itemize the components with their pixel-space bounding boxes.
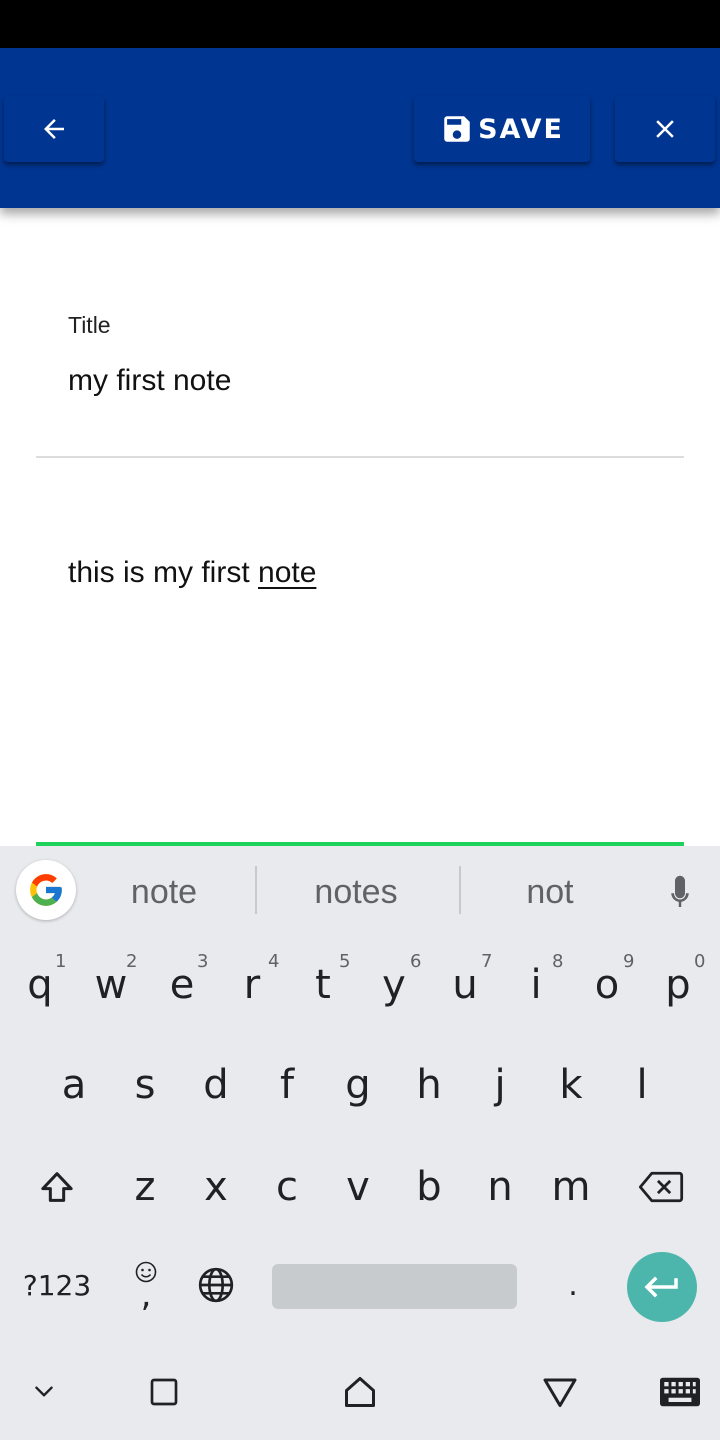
- key-hint-3: 3: [197, 951, 209, 972]
- key-n[interactable]: n: [464, 1142, 536, 1232]
- note-body-input[interactable]: this is my first note: [68, 556, 316, 590]
- key-a[interactable]: a: [38, 1040, 110, 1130]
- save-button-label: SAVE: [478, 113, 564, 145]
- shift-icon: [41, 1172, 73, 1202]
- back-button[interactable]: [4, 96, 104, 162]
- period-key[interactable]: .: [537, 1240, 609, 1330]
- key-hint-7: 7: [481, 951, 493, 972]
- recents-button[interactable]: [140, 1370, 188, 1414]
- suggestion-1[interactable]: note: [94, 868, 234, 916]
- shift-key[interactable]: [21, 1142, 93, 1232]
- comma-label: ,: [140, 1275, 152, 1315]
- key-hint-4: 4: [268, 951, 280, 972]
- keyboard-icon: [660, 1377, 700, 1407]
- key-s[interactable]: s: [109, 1040, 181, 1130]
- globe-icon: [198, 1267, 234, 1303]
- title-input-underline: [36, 456, 684, 458]
- app-bar: SAVE: [0, 48, 720, 208]
- key-k[interactable]: k: [535, 1040, 607, 1130]
- suggestion-2[interactable]: notes: [276, 868, 436, 916]
- space-key[interactable]: [272, 1264, 517, 1309]
- mic-icon: [671, 875, 689, 907]
- arrow-left-icon: [44, 119, 64, 139]
- home-icon: [345, 1377, 375, 1407]
- key-v[interactable]: v: [322, 1142, 394, 1232]
- key-l[interactable]: l: [606, 1040, 678, 1130]
- google-button[interactable]: [16, 860, 76, 920]
- recents-icon: [150, 1378, 178, 1406]
- key-g[interactable]: g: [322, 1040, 394, 1130]
- key-h[interactable]: h: [393, 1040, 465, 1130]
- suggestion-3[interactable]: not: [480, 868, 620, 916]
- suggestion-divider: [255, 866, 257, 914]
- back-nav-button[interactable]: [536, 1368, 584, 1416]
- key-hint-2: 2: [126, 951, 138, 972]
- close-icon: [656, 120, 674, 138]
- key-hint-8: 8: [552, 951, 564, 972]
- google-icon: [30, 874, 62, 906]
- symbols-key[interactable]: ?123: [14, 1240, 100, 1330]
- title-field-label: Title: [68, 312, 111, 338]
- hide-keyboard-button[interactable]: [24, 1370, 64, 1414]
- key-c[interactable]: c: [251, 1142, 323, 1232]
- key-hint-1: 1: [55, 951, 67, 972]
- key-hint-9: 9: [623, 951, 635, 972]
- key-m[interactable]: m: [535, 1142, 607, 1232]
- floppy-disk-icon: [444, 116, 470, 142]
- save-button[interactable]: SAVE: [414, 96, 590, 162]
- keyboard-switch-button[interactable]: [656, 1370, 704, 1414]
- suggestion-divider: [459, 866, 461, 914]
- backspace-key[interactable]: [625, 1142, 697, 1232]
- key-f[interactable]: f: [251, 1040, 323, 1130]
- back-icon: [543, 1378, 577, 1407]
- key-x[interactable]: x: [180, 1142, 252, 1232]
- backspace-icon: [638, 1171, 684, 1203]
- enter-key[interactable]: [627, 1252, 697, 1322]
- note-body-text: this is my first: [68, 556, 259, 589]
- key-j[interactable]: j: [464, 1040, 536, 1130]
- composing-word: note: [258, 556, 317, 589]
- enter-icon: [644, 1276, 678, 1298]
- close-button[interactable]: [615, 96, 715, 162]
- key-z[interactable]: z: [109, 1142, 181, 1232]
- key-b[interactable]: b: [393, 1142, 465, 1232]
- comma-emoji-key[interactable]: ,: [110, 1240, 182, 1330]
- status-bar: [0, 0, 720, 48]
- home-button[interactable]: [336, 1368, 384, 1416]
- language-key[interactable]: [180, 1240, 252, 1330]
- key-hint-0: 0: [694, 951, 706, 972]
- key-hint-5: 5: [339, 951, 351, 972]
- key-hint-6: 6: [410, 951, 422, 972]
- chevron-down-icon: [35, 1386, 53, 1397]
- title-input[interactable]: my first note: [68, 364, 231, 398]
- key-d[interactable]: d: [180, 1040, 252, 1130]
- voice-input-button[interactable]: [656, 868, 704, 916]
